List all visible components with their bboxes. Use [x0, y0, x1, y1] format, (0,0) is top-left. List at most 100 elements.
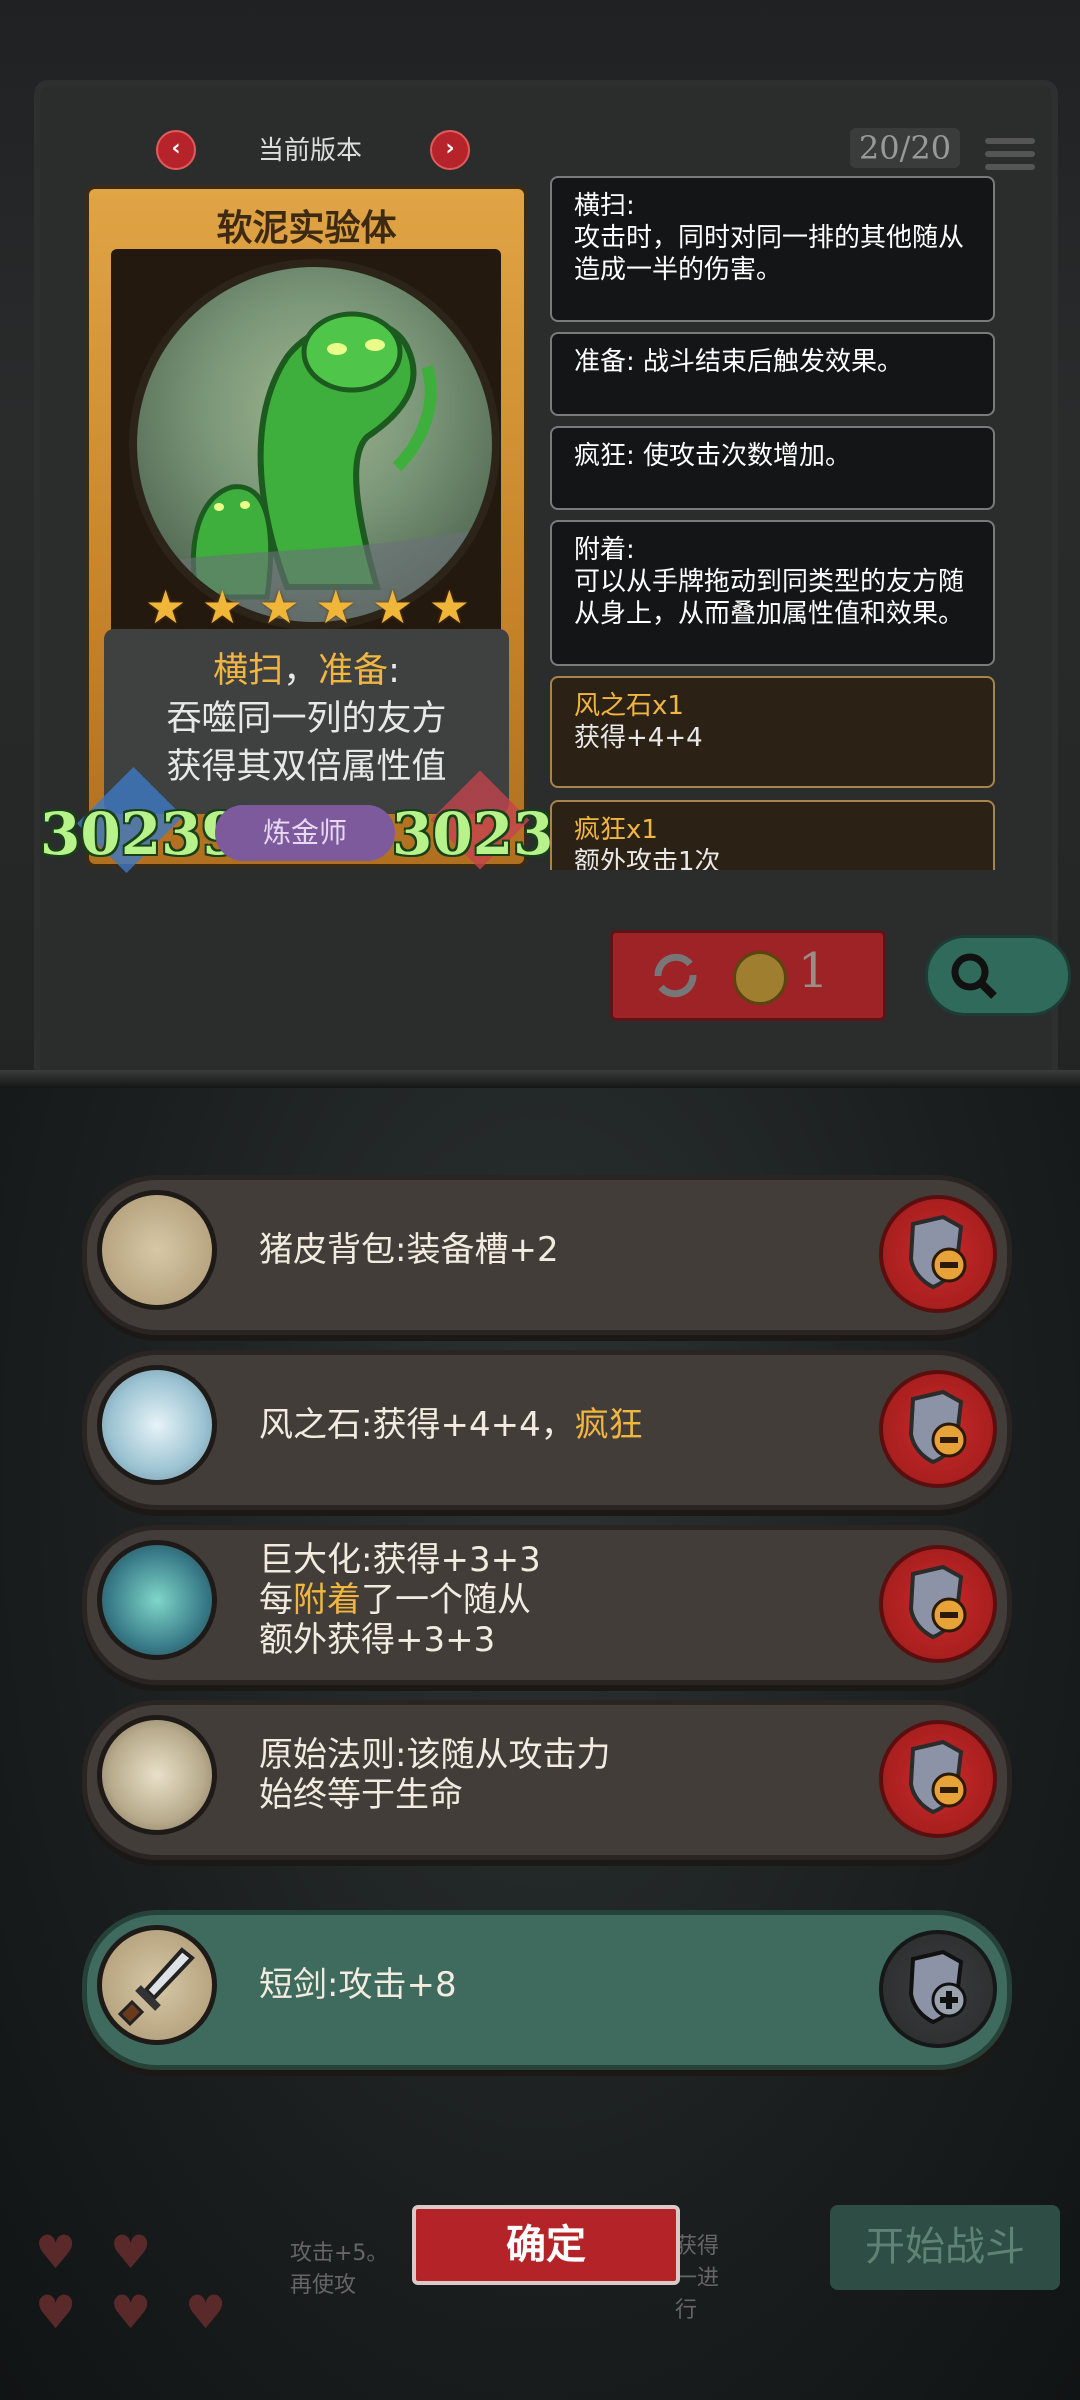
remove-item-button[interactable] [879, 1720, 997, 1838]
buff-body: 额外攻击1次 [574, 847, 721, 870]
item-line-1: 短剑:攻击+8 [259, 1965, 457, 2005]
keyword-body: 使攻击次数增加。 [643, 441, 852, 471]
buff-panel-frenzy: 疯狂x1 额外攻击1次 [550, 800, 995, 870]
refresh-cost: 1 [798, 943, 829, 999]
prev-version-button[interactable]: ‹ [156, 130, 196, 170]
equipment-row-short-sword[interactable]: 短剑:攻击+8 [82, 1910, 1012, 2070]
keyword-title: 附着: [574, 535, 635, 565]
star-icon: ★ [145, 580, 187, 634]
item-line-3: 额外获得+3+3 [259, 1620, 496, 1660]
item-keyword: 附着 [293, 1580, 361, 1620]
star-rating: ★ ★ ★ ★ ★ ★ [145, 584, 470, 630]
buff-body: 获得+4+4 [574, 723, 703, 753]
heart-icon: ♥ [110, 2225, 152, 2279]
equipment-row-gigantify[interactable]: 巨大化:获得+3+3 每附着了一个随从 额外获得+3+3 [82, 1525, 1012, 1685]
heart-icon: ♥ [110, 2285, 152, 2339]
start-battle-button[interactable]: 开始战斗 [830, 2205, 1060, 2290]
star-icon: ★ [372, 580, 414, 634]
item-line-2: 始终等于生命 [259, 1775, 463, 1815]
pig-backpack-icon [97, 1190, 217, 1310]
buff-title: 风之石x1 [574, 691, 684, 721]
add-item-button[interactable] [879, 1930, 997, 2048]
menu-icon[interactable] [985, 138, 1035, 172]
heart-icon: ♥ [35, 2225, 77, 2279]
panel-divider [0, 1070, 1080, 1088]
card-title: 软泥实验体 [216, 208, 397, 249]
desc-separator: ， [283, 651, 319, 691]
remove-item-button[interactable] [879, 1370, 997, 1488]
keyword-panel-list[interactable]: 横扫: 攻击时，同时对同一排的其他随从造成一半的伤害。 准备: 战斗结束后触发效… [540, 170, 1010, 870]
refresh-icon [654, 953, 697, 998]
keyword-line: 疯狂: 使攻击次数增加。 [574, 440, 971, 472]
item-text: 猪皮背包:装备槽+2 [259, 1180, 559, 1320]
attack-value: 30239 [40, 800, 242, 868]
star-icon: ★ [315, 580, 357, 634]
faded-card-text: 获得一进行 [675, 2234, 720, 2323]
shield-plus-icon [908, 1949, 967, 2025]
desc-line-3: 获得其双倍属性值 [166, 747, 447, 787]
class-badge: 炼金师 [215, 805, 395, 861]
card-description: 横扫，准备: 吞噬同一列的友方 获得其双倍属性值 [104, 629, 509, 814]
keyword-panel-attach: 附着: 可以从手牌拖动到同类型的友方随从身上，从而叠加属性值和效果。 [550, 520, 995, 666]
remove-item-button[interactable] [879, 1545, 997, 1663]
keyword-body: 可以从手牌拖动到同类型的友方随从身上，从而叠加属性值和效果。 [574, 567, 965, 629]
magnifier-icon [951, 953, 997, 999]
item-keyword: 疯狂 [574, 1405, 643, 1445]
item-name: 猪皮背包:装备槽+2 [259, 1230, 559, 1270]
item-text-pre: 每 [259, 1580, 293, 1620]
wind-stone-icon [97, 1365, 217, 1485]
sword-icon [117, 1947, 195, 2027]
faded-card-text: 攻击+5。再使攻 [290, 2241, 389, 2298]
star-icon: ★ [258, 580, 300, 634]
item-name: 巨大化:获得+3+3 [259, 1540, 541, 1580]
buff-title: 疯狂x1 [574, 815, 658, 845]
keyword-line: 准备: 战斗结束后触发效果。 [574, 346, 971, 378]
shield-minus-icon [908, 1739, 967, 1815]
desc-line-2: 吞噬同一列的友方 [166, 699, 447, 739]
item-line-1: 风之石:获得+4+4，疯狂 [259, 1405, 643, 1445]
short-sword-icon [97, 1925, 217, 2045]
heart-icon: ♥ [35, 2285, 77, 2339]
item-name: 风之石:获得+4+4， [259, 1405, 575, 1445]
equipment-row-pig-backpack[interactable]: 猪皮背包:装备槽+2 [82, 1175, 1012, 1335]
shield-minus-icon [908, 1214, 967, 1290]
keyword-panel-sweep: 横扫: 攻击时，同时对同一排的其他随从造成一半的伤害。 [550, 176, 995, 322]
keyword-panel-prepare: 准备: 战斗结束后触发效果。 [550, 332, 995, 416]
item-text: 风之石:获得+4+4，疯狂 [259, 1355, 643, 1495]
item-text: 巨大化:获得+3+3 每附着了一个随从 额外获得+3+3 [259, 1530, 541, 1670]
search-button[interactable] [925, 935, 1071, 1016]
confirm-button[interactable]: 确定 [412, 2205, 680, 2285]
keyword-title: 准备: [574, 347, 635, 377]
keyword-body: 攻击时，同时对同一排的其他随从造成一半的伤害。 [574, 223, 965, 285]
remove-item-button[interactable] [879, 1195, 997, 1313]
equipment-row-primal-law[interactable]: 原始法则:该随从攻击力 始终等于生命 [82, 1700, 1012, 1860]
heart-icon: ♥ [185, 2285, 227, 2339]
minion-card[interactable]: 软泥实验体 ★ ★ ★ ★ ★ ★ 横扫，准备: 吞噬同一列的友方 获得其双倍属… [85, 185, 528, 868]
slime-portrait [129, 259, 500, 630]
keyword-title: 横扫: [574, 191, 635, 221]
item-line-2: 每附着了一个随从 [259, 1580, 541, 1620]
coin-icon [733, 951, 787, 1005]
primal-law-scales-icon [97, 1715, 217, 1835]
gigantify-icon [97, 1540, 217, 1660]
next-version-button[interactable]: › [430, 130, 470, 170]
keyword-panel-frenzy: 疯狂: 使攻击次数增加。 [550, 426, 995, 510]
equipment-row-wind-stone[interactable]: 风之石:获得+4+4，疯狂 [82, 1350, 1012, 1510]
keyword-title: 疯狂: [574, 441, 635, 471]
keyword-prepare: 准备 [318, 651, 389, 691]
minion-counter: 20/20 [850, 128, 960, 168]
shield-minus-icon [908, 1389, 967, 1465]
refresh-shop-button[interactable]: 1 [610, 930, 886, 1021]
star-icon: ★ [201, 580, 243, 634]
shield-minus-icon [908, 1564, 967, 1640]
desc-line-1: 横扫，准备: [104, 647, 509, 695]
buff-panel-wind-stone: 风之石x1 获得+4+4 [550, 676, 995, 788]
star-icon: ★ [428, 580, 470, 634]
item-line-1: 原始法则:该随从攻击力 [259, 1735, 611, 1775]
item-text: 原始法则:该随从攻击力 始终等于生命 [259, 1705, 610, 1845]
version-label: 当前版本 [257, 136, 362, 166]
item-line-1: 巨大化:获得+3+3 [259, 1540, 541, 1580]
item-text: 短剑:攻击+8 [259, 1915, 457, 2055]
item-line-1: 猪皮背包:装备槽+2 [259, 1230, 559, 1270]
desc-colon: : [388, 651, 400, 691]
